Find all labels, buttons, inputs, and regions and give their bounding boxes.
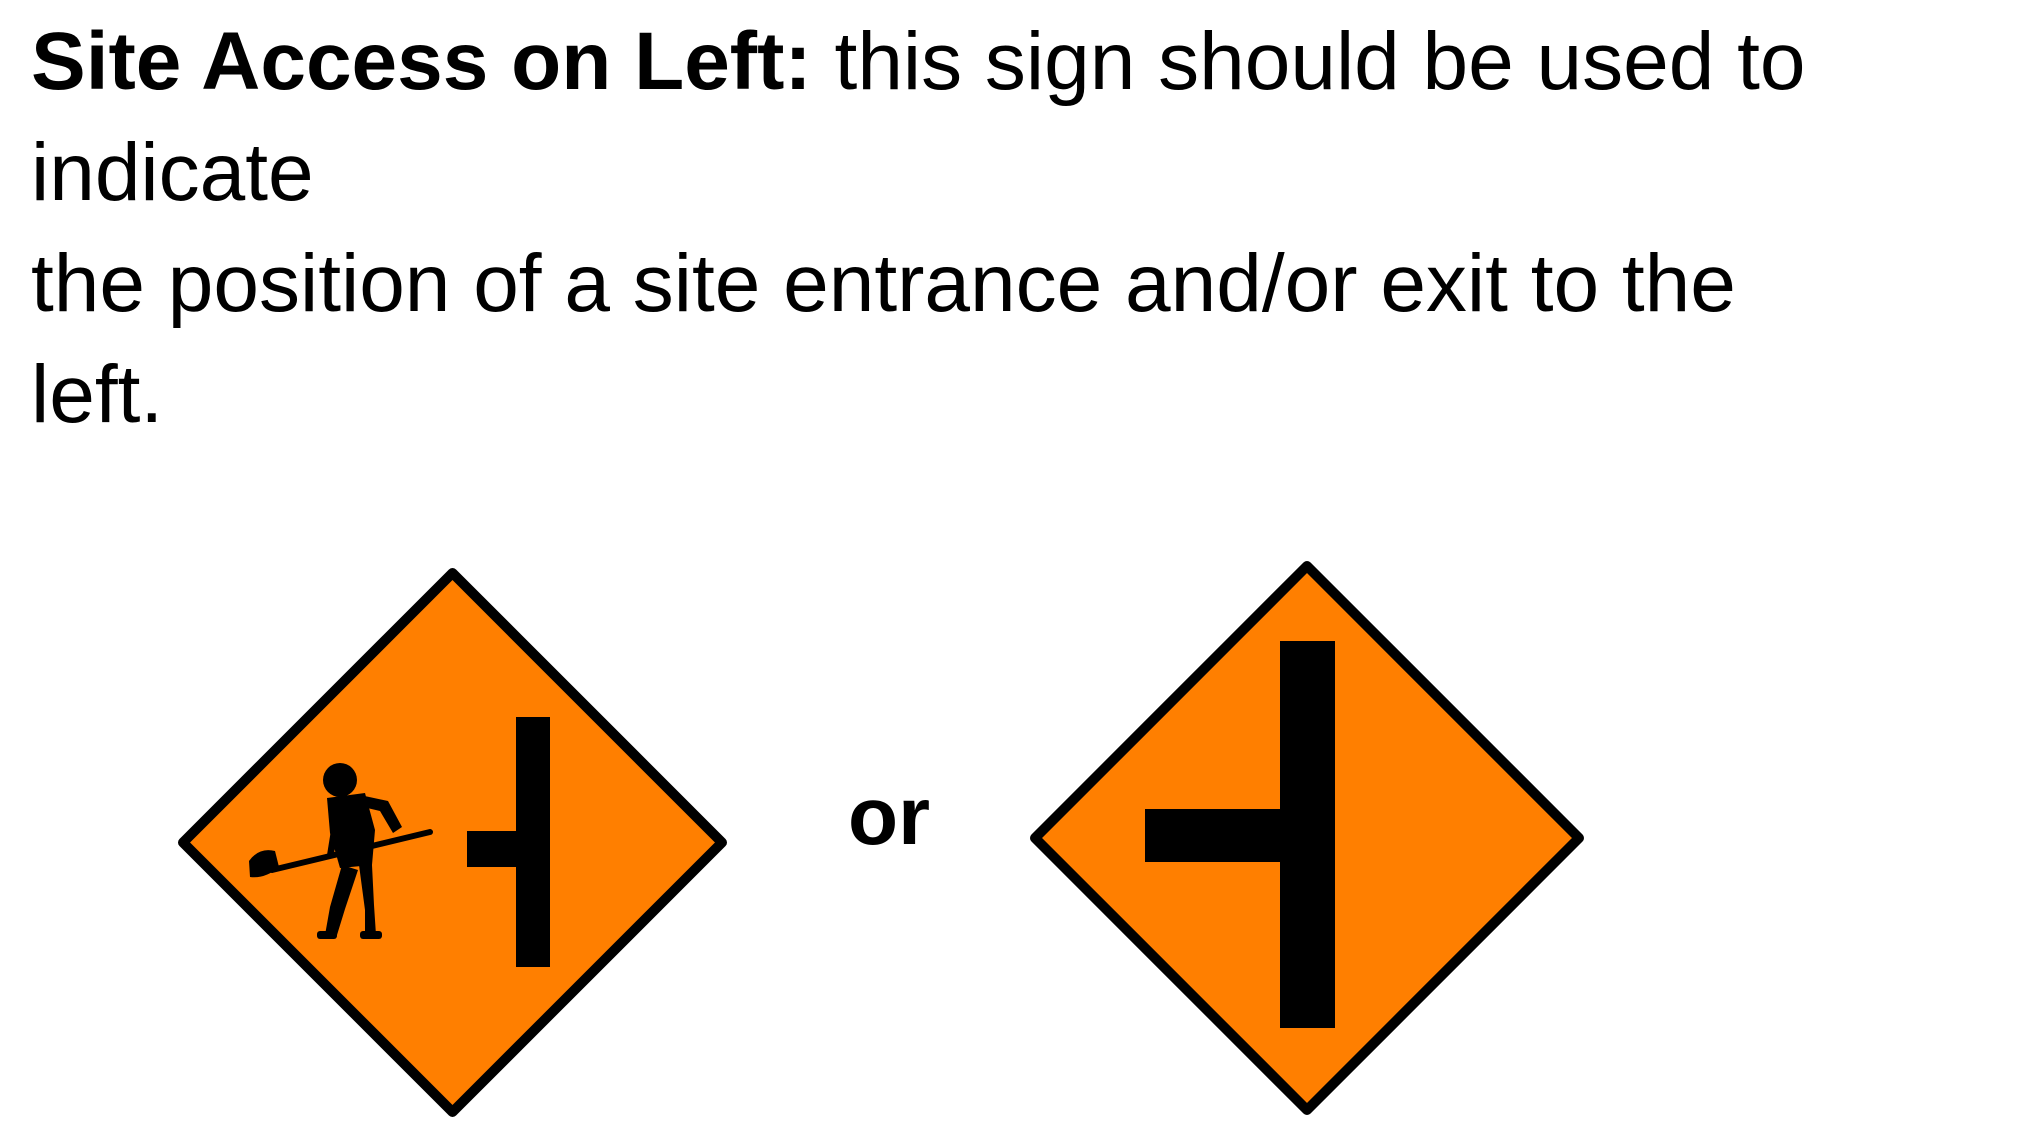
roadworks-side-road-left-sign-icon [178,568,727,1117]
description-line-2: indicate [31,127,314,218]
description-text-1: this sign should be used to [834,16,1806,107]
description-line-3: the position of a site entrance and/or e… [31,238,1736,329]
description-line-1: Site Access on Left: this sign should be… [31,6,2021,117]
description-line-4: left. [31,349,164,440]
main-road-bar [516,717,550,967]
sign-description: Site Access on Left: this sign should be… [31,6,2021,450]
side-road-left-sign-icon [1030,561,1584,1115]
or-separator: or [848,771,930,862]
side-road-bar [467,831,519,867]
main-road-bar [1280,641,1335,1028]
sign-heading: Site Access on Left: [31,16,812,107]
side-road-bar [1145,809,1283,862]
sign-diamond [178,568,727,1117]
